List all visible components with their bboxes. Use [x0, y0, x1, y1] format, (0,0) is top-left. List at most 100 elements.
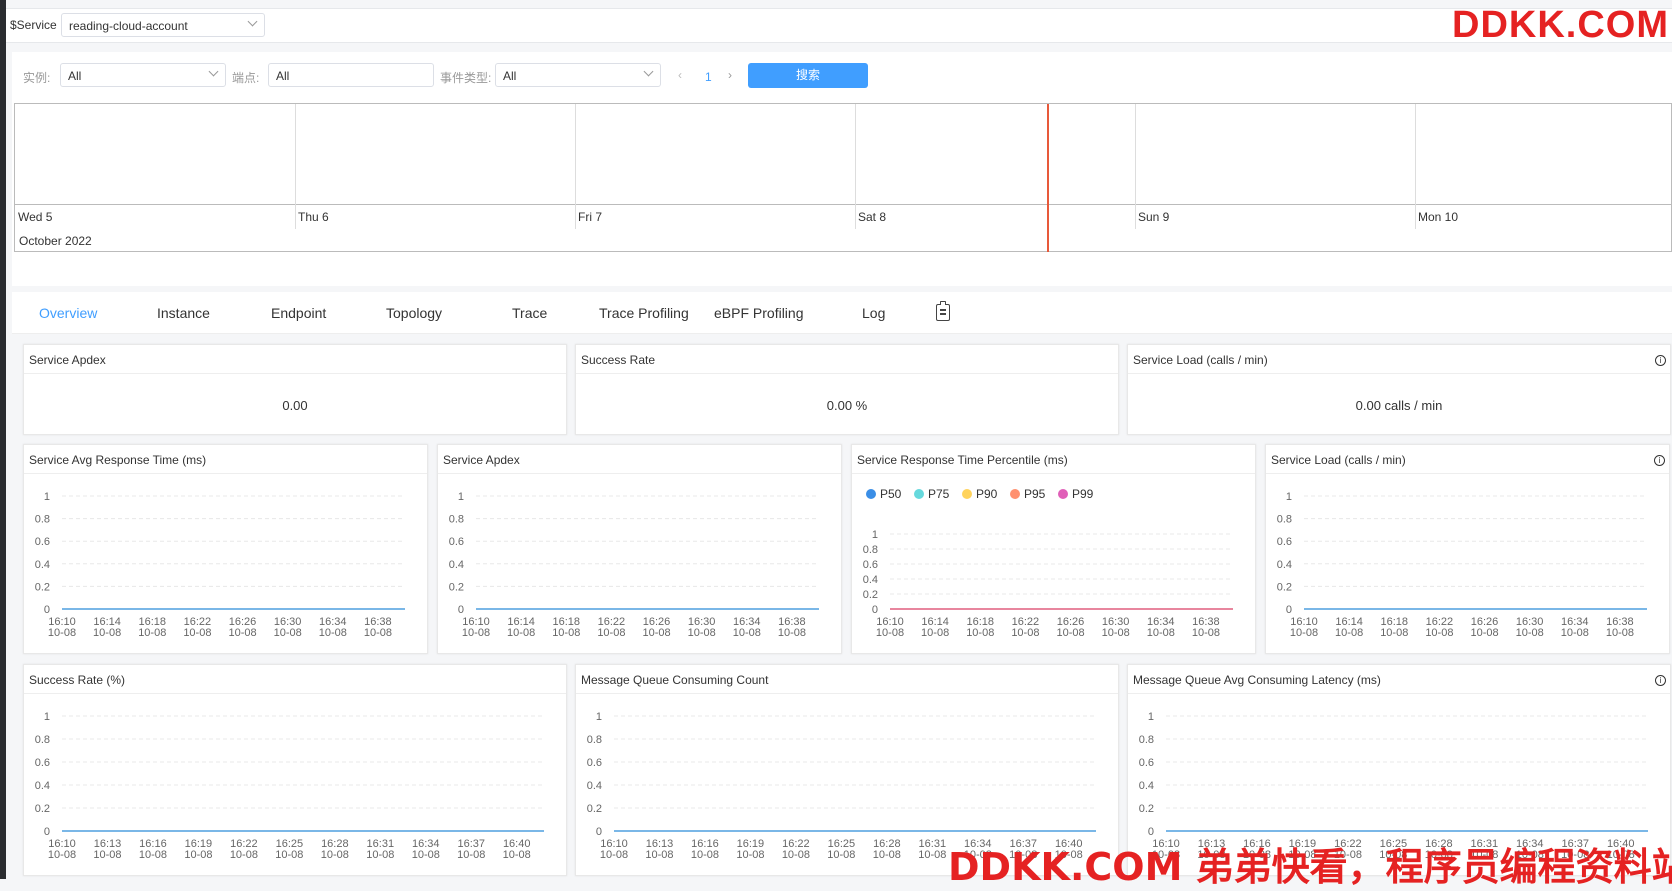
x-tick-label: 10-08 — [1470, 627, 1498, 639]
trace-timeline[interactable]: Wed 5 Thu 6 Fri 7 Sat 8 Sun 9 Mon 10 Oct… — [14, 103, 1672, 252]
x-tick-label: 10-08 — [1147, 627, 1175, 639]
timeline-current-time-marker — [1047, 104, 1049, 252]
x-tick-label: 10-08 — [48, 627, 76, 639]
x-tick-label: 10-08 — [966, 627, 994, 639]
legend-label[interactable]: P50 — [880, 487, 902, 501]
x-tick-label: 10-08 — [1192, 627, 1220, 639]
x-tick-label: 10-08 — [873, 849, 901, 861]
timeline-month-label: October 2022 — [19, 234, 92, 248]
y-tick-label: 0.2 — [1139, 803, 1154, 815]
x-tick-label: 10-08 — [1561, 627, 1589, 639]
legend-marker[interactable] — [962, 489, 972, 499]
x-tick-label: 10-08 — [691, 849, 719, 861]
x-tick-label: 10-08 — [688, 627, 716, 639]
tab-endpoint[interactable]: Endpoint — [271, 305, 326, 321]
timeline-day-label: Mon 10 — [1418, 210, 1459, 224]
timeline-day-label: Fri 7 — [578, 210, 602, 224]
search-button[interactable]: 搜索 — [748, 63, 868, 88]
y-tick-label: 0 — [872, 604, 878, 616]
endpoint-input[interactable]: All — [268, 63, 434, 87]
x-tick-label: 10-08 — [230, 849, 258, 861]
card-title: Message Queue Consuming Count — [581, 673, 769, 687]
prev-page-icon[interactable]: ‹ — [678, 68, 682, 82]
legend-label[interactable]: P90 — [976, 487, 998, 501]
legend-marker[interactable] — [1058, 489, 1068, 499]
y-tick-label: 1 — [1148, 711, 1154, 723]
tab-log[interactable]: Log — [862, 305, 885, 321]
endpoint-label: 端点: — [232, 71, 260, 85]
line-chart[interactable]: 10.80.60.40.2016:1010-0816:1410-0816:181… — [1266, 474, 1669, 654]
line-chart[interactable]: 10.80.60.40.2016:1010-0816:1410-0816:181… — [438, 474, 841, 654]
chevron-down-icon — [643, 66, 654, 77]
line-chart[interactable]: 10.80.60.40.2016:1010-0816:1310-0816:161… — [24, 694, 566, 876]
y-tick-label: 0.8 — [449, 514, 464, 526]
watermark-bottom: DDKK.COM 弟弟快看，程序员编程资料站 — [948, 845, 1672, 889]
y-tick-label: 0.8 — [1139, 734, 1154, 746]
y-tick-label: 0.4 — [863, 574, 878, 586]
card-title: Service Avg Response Time (ms) — [29, 453, 207, 467]
stat-card-service-load: Service Load (calls / min) i 0.00 calls … — [1127, 344, 1671, 435]
x-tick-label: 10-08 — [642, 627, 670, 639]
legend-marker[interactable] — [1010, 489, 1020, 499]
y-tick-label: 0.2 — [1277, 581, 1292, 593]
info-icon[interactable]: i — [1655, 355, 1666, 366]
y-tick-label: 1 — [44, 711, 50, 723]
tab-topology[interactable]: Topology — [386, 305, 442, 321]
service-bar: $Service reading-cloud-account — [6, 8, 1672, 43]
timeline-day-label: Sun 9 — [1138, 210, 1170, 224]
service-label: $Service — [10, 18, 57, 32]
y-tick-label: 0 — [44, 604, 50, 616]
legend-label[interactable]: P95 — [1024, 487, 1046, 501]
y-tick-label: 0.8 — [863, 544, 878, 556]
legend-marker[interactable] — [914, 489, 924, 499]
y-tick-label: 0.2 — [863, 589, 878, 601]
y-tick-label: 1 — [1286, 491, 1292, 503]
stat-card-service-apdex: Service Apdex 0.00 — [23, 344, 567, 435]
chart-card: Service Avg Response Time (ms) 1 0.8 0.6 0.4… — [23, 444, 428, 654]
stat-value: 0.00 % — [826, 398, 868, 413]
line-chart[interactable]: 10.80.60.40.2016:1010-0816:1410-0816:181… — [24, 474, 427, 654]
legend-marker[interactable] — [866, 489, 876, 499]
tab-trace-profiling[interactable]: Trace Profiling — [599, 305, 689, 321]
stat-card-success-rate: Success Rate 0.00 % — [575, 344, 1119, 435]
legend-label[interactable]: P99 — [1072, 487, 1094, 501]
next-page-icon[interactable]: › — [728, 68, 732, 82]
x-tick-label: 10-08 — [921, 627, 949, 639]
y-tick-label: 0.6 — [863, 559, 878, 571]
x-tick-label: 10-08 — [1056, 627, 1084, 639]
event-type-select[interactable]: All — [495, 63, 661, 87]
x-tick-label: 10-08 — [275, 849, 303, 861]
card-title: Service Load (calls / min) — [1271, 453, 1406, 467]
instance-label: 实例: — [23, 71, 51, 85]
current-page[interactable]: 1 — [705, 70, 712, 84]
instance-select[interactable]: All — [60, 63, 226, 87]
tab-ebpf-profiling[interactable]: eBPF Profiling — [714, 305, 803, 321]
event-type-label: 事件类型: — [440, 71, 492, 85]
stat-value: 0.00 calls / min — [1355, 398, 1443, 413]
clipboard-icon[interactable] — [936, 301, 950, 321]
x-tick-label: 10-08 — [507, 627, 535, 639]
chart-card: Service Load (calls / min) i 1 0.8 0.6 0.4 0.2… — [1265, 444, 1670, 654]
x-tick-label: 10-08 — [600, 849, 628, 861]
line-chart[interactable]: P50 P75 P90 P95 P9910.80.60.40.2016:1010-081… — [852, 474, 1255, 654]
left-edge-bar — [0, 0, 6, 879]
legend-label[interactable]: P75 — [928, 487, 950, 501]
y-tick-label: 0.2 — [35, 581, 50, 593]
tab-trace[interactable]: Trace — [512, 305, 547, 321]
timeline-divider — [1135, 104, 1136, 229]
x-tick-label: 10-08 — [733, 627, 761, 639]
info-icon[interactable]: i — [1654, 455, 1665, 466]
y-tick-label: 1 — [872, 529, 878, 541]
tab-instance[interactable]: Instance — [157, 305, 210, 321]
x-tick-label: 10-08 — [876, 627, 904, 639]
service-select[interactable]: reading-cloud-account — [61, 13, 265, 37]
y-tick-label: 0.4 — [1139, 780, 1154, 792]
tab-overview[interactable]: Overview — [39, 305, 97, 321]
y-tick-label: 0.8 — [1277, 514, 1292, 526]
x-tick-label: 10-08 — [552, 627, 580, 639]
y-tick-label: 0.6 — [35, 757, 50, 769]
timeline-day-label: Thu 6 — [298, 210, 329, 224]
dashboard-tabs: Overview Instance Endpoint Topology Trac… — [12, 292, 1672, 334]
x-tick-label: 10-08 — [597, 627, 625, 639]
info-icon[interactable]: i — [1655, 675, 1666, 686]
